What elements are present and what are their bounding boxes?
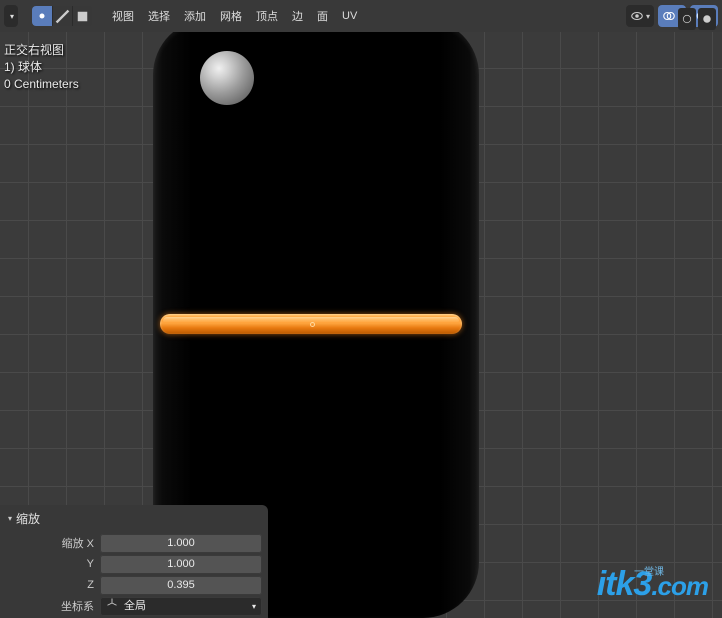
- menu-view[interactable]: 视图: [106, 6, 140, 26]
- header-toolbar: ▾ 视图 选择 添加 网格 顶点 边 面 UV ▾ ▾: [0, 0, 722, 32]
- menu-uv[interactable]: UV: [336, 6, 363, 26]
- header-right-tools: ▾ ▾ ▾: [626, 5, 718, 27]
- vertex-select-icon[interactable]: [32, 6, 52, 26]
- chevron-down-icon: ▾: [8, 514, 12, 523]
- menu-face[interactable]: 面: [311, 6, 334, 26]
- redo-panel-header[interactable]: ▾ 缩放: [0, 505, 268, 532]
- overlay-object-name: 1) 球体: [4, 59, 79, 76]
- object-origin-icon: [310, 322, 315, 327]
- scale-z-input[interactable]: 0.395: [100, 576, 262, 595]
- orientation-select[interactable]: 全局 ▾: [100, 597, 262, 616]
- menu-select[interactable]: 选择: [142, 6, 176, 26]
- orientation-value: 全局: [124, 597, 146, 616]
- watermark-logo: itk3.com 一堂课: [597, 565, 708, 604]
- menu-edge[interactable]: 边: [286, 6, 309, 26]
- mesh-sphere[interactable]: [200, 51, 254, 105]
- select-mode-group: [32, 6, 92, 26]
- menu-mesh[interactable]: 网格: [214, 6, 248, 26]
- mode-selector[interactable]: ▾: [4, 5, 18, 27]
- overlay-grid-scale: 0 Centimeters: [4, 76, 79, 93]
- axis-icon: [106, 597, 118, 616]
- scale-y-input[interactable]: 1.000: [100, 555, 262, 574]
- scale-x-label: 缩放 X: [6, 535, 94, 551]
- menu-add[interactable]: 添加: [178, 6, 212, 26]
- scale-x-input[interactable]: 1.000: [100, 534, 262, 553]
- visibility-toggle[interactable]: ▾: [626, 5, 654, 27]
- viewport-overlay-text: 正交右视图 1) 球体 0 Centimeters: [4, 42, 79, 93]
- menu-vertex[interactable]: 顶点: [250, 6, 284, 26]
- wireframe-shading-icon[interactable]: [678, 8, 696, 30]
- scale-y-label: Y: [6, 558, 94, 570]
- edge-select-icon[interactable]: [52, 6, 72, 26]
- watermark-tagline: 一堂课: [634, 563, 664, 578]
- header-menus: 视图 选择 添加 网格 顶点 边 面 UV: [106, 6, 363, 26]
- panel-title: 缩放: [16, 510, 40, 527]
- overlay-view-name: 正交右视图: [4, 42, 79, 59]
- redo-panel: ▾ 缩放 缩放 X 1.000 Y 1.000 Z 0.395 坐标系 全局 ▾: [0, 505, 268, 618]
- orientation-label: 坐标系: [6, 598, 94, 614]
- face-select-icon[interactable]: [72, 6, 92, 26]
- solid-shading-icon[interactable]: [698, 8, 716, 30]
- scale-z-label: Z: [6, 579, 94, 591]
- chevron-down-icon: ▾: [252, 597, 256, 616]
